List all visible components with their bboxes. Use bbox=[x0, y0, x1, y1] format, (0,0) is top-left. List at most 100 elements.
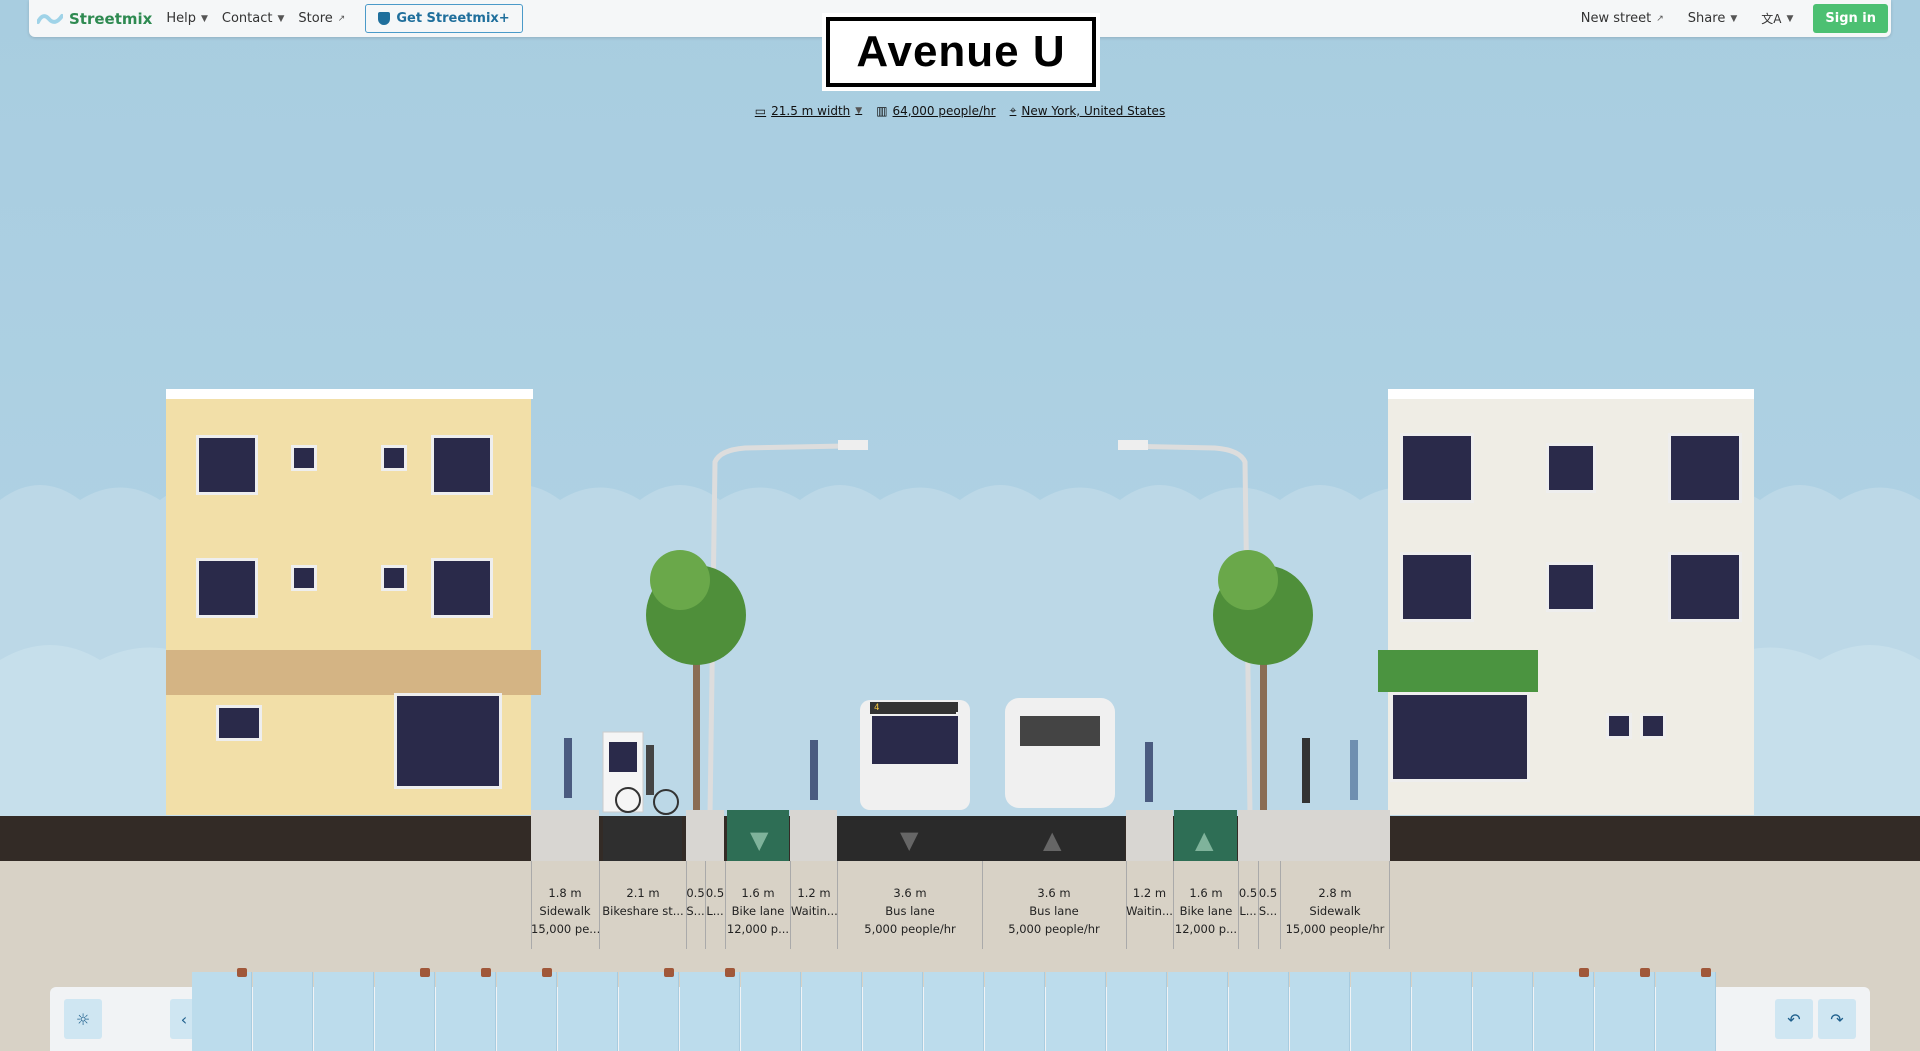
store-link[interactable]: Store ↗ bbox=[298, 11, 345, 26]
window bbox=[431, 558, 493, 618]
palette-segment-tile[interactable] bbox=[1534, 968, 1594, 1051]
segment-label-s[interactable]: 0.5 S... bbox=[686, 884, 705, 920]
palette-segment-tile[interactable] bbox=[985, 972, 1045, 1051]
segment-sidewalk[interactable] bbox=[1238, 810, 1390, 861]
streetmix-logo-icon bbox=[37, 13, 63, 24]
chevron-down-icon: ▼ bbox=[200, 13, 208, 24]
language-menu[interactable]: 文A ▼ bbox=[1761, 10, 1793, 27]
palette-segment-tile[interactable] bbox=[192, 968, 252, 1051]
lock-icon bbox=[725, 968, 735, 977]
sun-icon[interactable]: ☼ bbox=[64, 999, 102, 1039]
segment-label-waiting-right[interactable]: 1.2 m Waitin... bbox=[1126, 884, 1173, 920]
lock-icon bbox=[237, 968, 247, 977]
segment-waiting[interactable] bbox=[1126, 810, 1173, 861]
window bbox=[1400, 433, 1474, 503]
sign-in-button[interactable]: Sign in bbox=[1813, 4, 1888, 33]
segment-label-sidewalk-left[interactable]: 1.8 m Sidewalk 15,000 pe... bbox=[531, 884, 599, 938]
external-link-icon: ↗ bbox=[337, 13, 346, 24]
palette-segment-tile[interactable] bbox=[558, 972, 618, 1051]
palette-segment-tile[interactable] bbox=[741, 972, 801, 1051]
segment-bikeshare[interactable] bbox=[603, 816, 682, 861]
share-menu[interactable]: Share ▼ bbox=[1688, 11, 1737, 26]
window bbox=[381, 565, 407, 591]
palette-segment-tile[interactable] bbox=[1351, 972, 1411, 1051]
contact-label: Contact bbox=[221, 11, 273, 26]
palette-segment-tile[interactable] bbox=[1595, 968, 1655, 1051]
new-street-link[interactable]: New street ↗ bbox=[1581, 11, 1664, 26]
translate-icon: 文A bbox=[1761, 12, 1782, 26]
palette-segment-tile[interactable] bbox=[1656, 968, 1716, 1051]
palette-segment-tile[interactable] bbox=[1107, 972, 1167, 1051]
window bbox=[291, 445, 317, 471]
get-streetmix-plus-button[interactable]: Get Streetmix+ bbox=[365, 4, 523, 33]
tree-right bbox=[1213, 550, 1313, 815]
segment-label-bike-lane-left[interactable]: 1.6 m Bike lane 12,000 p... bbox=[726, 884, 790, 938]
chevron-down-icon: ▼ bbox=[855, 105, 863, 116]
palette-segment-tile[interactable] bbox=[1290, 972, 1350, 1051]
lock-icon bbox=[542, 968, 552, 977]
lock-icon bbox=[420, 968, 430, 977]
street-capacity[interactable]: ▥ 64,000 people/hr bbox=[876, 103, 995, 118]
arrow-down-icon: ▼ bbox=[750, 826, 769, 854]
arrow-up-icon: ▲ bbox=[1195, 826, 1214, 854]
right-building[interactable] bbox=[1378, 389, 1754, 815]
segment-bus-lanes[interactable] bbox=[837, 816, 1125, 861]
segment-sidewalk[interactable] bbox=[531, 810, 599, 861]
street-metadata: ▭ 21.5 m width ▼ ▥ 64,000 people/hr ⌖ New Yo… bbox=[0, 103, 1920, 118]
palette-segment-tile[interactable] bbox=[375, 968, 435, 1051]
palette-segment-tile[interactable] bbox=[1473, 972, 1533, 1051]
lock-icon bbox=[1640, 968, 1650, 977]
window bbox=[1546, 562, 1596, 612]
segment-label-bus-lane-2[interactable]: 3.6 m Bus lane 5,000 people/hr bbox=[983, 884, 1125, 938]
window bbox=[1606, 713, 1632, 739]
arrow-up-icon: ▲ bbox=[1043, 826, 1062, 854]
street-name: Avenue U bbox=[856, 27, 1066, 76]
segment-label-l[interactable]: 0.5 L... bbox=[1238, 884, 1258, 920]
segment-label-s[interactable]: 0.5 S... bbox=[1258, 884, 1278, 920]
chevron-down-icon: ▼ bbox=[277, 13, 285, 24]
window bbox=[1668, 433, 1742, 503]
window bbox=[1668, 552, 1742, 622]
contact-menu[interactable]: Contact ▼ bbox=[222, 11, 285, 26]
palette-segment-tile[interactable] bbox=[436, 968, 496, 1051]
street-location[interactable]: ⌖ New York, United States bbox=[1010, 103, 1166, 118]
palette-segment-tile[interactable] bbox=[619, 968, 679, 1051]
palette-segment-tile[interactable] bbox=[253, 972, 313, 1051]
streetmix-logo[interactable]: Streetmix bbox=[37, 10, 152, 28]
street-width-control[interactable]: ▭ 21.5 m width ▼ bbox=[755, 103, 862, 118]
street-name-sign[interactable]: Avenue U bbox=[822, 13, 1100, 91]
palette-segment-tile[interactable] bbox=[863, 972, 923, 1051]
redo-icon[interactable]: ↷ bbox=[1818, 999, 1856, 1039]
window bbox=[291, 565, 317, 591]
palette-segment-tile[interactable] bbox=[1229, 972, 1289, 1051]
palette-segment-tile[interactable] bbox=[497, 968, 557, 1051]
street-illustration[interactable] bbox=[530, 440, 1390, 820]
segment-label-waiting-left[interactable]: 1.2 m Waitin... bbox=[791, 884, 837, 920]
bus-1 bbox=[860, 700, 970, 810]
palette-segment-tile[interactable] bbox=[680, 968, 740, 1051]
segment-label-bike-lane-right[interactable]: 1.6 m Bike lane 12,000 p... bbox=[1174, 884, 1238, 938]
window bbox=[381, 445, 407, 471]
palette-segment-tile[interactable] bbox=[1412, 972, 1472, 1051]
segment-divider bbox=[1389, 861, 1390, 949]
palette-segment-tile[interactable] bbox=[924, 972, 984, 1051]
palette-segment-tile[interactable] bbox=[1046, 972, 1106, 1051]
segment-label-sidewalk-right[interactable]: 2.8 m Sidewalk 15,000 people/hr bbox=[1281, 884, 1389, 938]
segment-label-l[interactable]: 0.5 L... bbox=[705, 884, 725, 920]
undo-icon[interactable]: ↶ bbox=[1775, 999, 1813, 1039]
window bbox=[1640, 713, 1666, 739]
window bbox=[196, 558, 258, 618]
segment-waiting[interactable] bbox=[790, 810, 837, 861]
palette-segment-tile[interactable] bbox=[314, 972, 374, 1051]
palette-segment-tile[interactable] bbox=[802, 972, 862, 1051]
tree-left bbox=[646, 550, 746, 815]
segment-small[interactable] bbox=[686, 810, 724, 861]
segment-label-bus-lane-1[interactable]: 3.6 m Bus lane 5,000 people/hr bbox=[838, 884, 982, 938]
segment-label-bikeshare[interactable]: 2.1 m Bikeshare st... bbox=[600, 884, 686, 920]
palette-segment-tile[interactable] bbox=[1168, 972, 1228, 1051]
help-menu[interactable]: Help ▼ bbox=[166, 11, 208, 26]
shop-window bbox=[394, 693, 502, 789]
window bbox=[1400, 552, 1474, 622]
location-value: New York, United States bbox=[1021, 103, 1166, 118]
left-building[interactable] bbox=[166, 389, 541, 815]
